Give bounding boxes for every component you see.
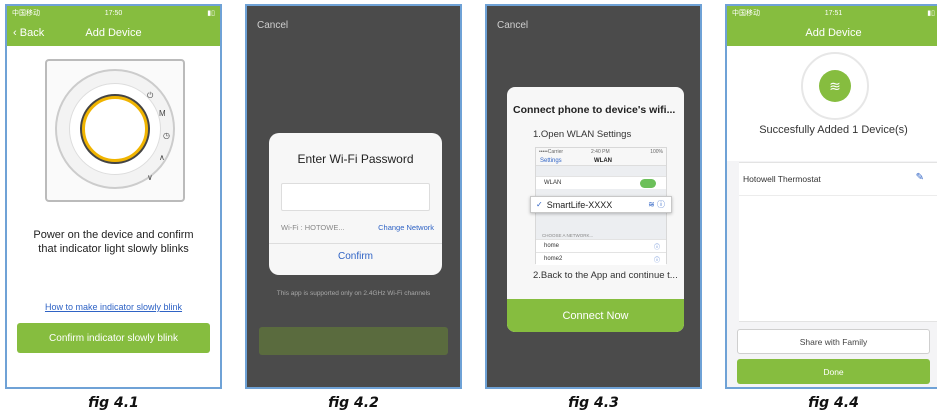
step-2-text: 2.Back to the App and continue t... (533, 270, 678, 281)
wifi-success-badge: ≋ (801, 52, 869, 120)
status-bar: 中国移动 17:50 ▮▯ (7, 6, 220, 20)
clock: 17:51 (824, 9, 843, 17)
edit-icon[interactable]: ✎ (916, 172, 924, 183)
figure-caption: fig 4.2 (328, 395, 379, 411)
mode-icon: M (159, 109, 166, 118)
chevron-left-icon: ‹ (13, 27, 20, 39)
dimmed-background-button (259, 327, 448, 355)
carrier-label: 中国移动 (732, 10, 760, 17)
status-bar: 中国移动 17:51 ▮▯ (727, 6, 937, 20)
selected-network-callout: ✓ SmartLife-XXXX ≋ ⓘ (530, 196, 672, 213)
wifi-network-label: Wi-Fi : HOTOWE... (281, 223, 345, 232)
back-button[interactable]: ‹ Back (13, 20, 44, 46)
figure-caption: fig 4.3 (568, 395, 619, 411)
cancel-button[interactable]: Cancel (257, 20, 288, 31)
step-1-text: 1.Open WLAN Settings (533, 129, 632, 140)
wifi-info-icon: ⓘ (653, 244, 660, 251)
page-title: Add Device (805, 27, 862, 39)
wifi-info-icon: ≋ ⓘ (648, 200, 665, 209)
share-with-family-button[interactable]: Share with Family (737, 329, 930, 354)
screenshot-carrier: •••••Carrier (539, 149, 564, 155)
wifi-icon: ≋ (819, 70, 851, 102)
battery-icon: ▮▯ (927, 10, 936, 17)
toggle-switch (640, 179, 656, 188)
screenshot-nav: •••••Carrier 2:40 PM 100% Settings WLAN (536, 148, 666, 166)
clock: 17:50 (104, 9, 123, 17)
list-item[interactable]: Hotowell Thermostat ✎ (739, 163, 937, 196)
screenshot-back-settings: Settings (540, 158, 562, 164)
wifi-info-row: Wi-Fi : HOTOWE... Change Network (281, 223, 434, 232)
password-input[interactable] (281, 183, 430, 211)
wifi-band-note: This app is supported only on 2.4GHz Wi-… (276, 290, 431, 297)
phone-screen-added-device: 中国移动 17:51 ▮▯ Add Device ≋ Succesfully A… (725, 4, 937, 389)
wifi-info-icon: ⓘ (653, 257, 660, 264)
down-arrow-icon: ∨ (147, 173, 153, 182)
screenshot-time: 2:40 PM (591, 149, 610, 155)
connect-now-button[interactable]: Connect Now (507, 299, 684, 332)
confirm-button[interactable]: Confirm (269, 251, 442, 262)
cancel-button[interactable]: Cancel (497, 20, 528, 31)
network-row: home ⓘ (536, 239, 666, 252)
back-label: Back (19, 27, 45, 39)
nav-bar: Add Device (727, 20, 937, 46)
divider (269, 243, 442, 244)
phone-screen-wifi-password: Cancel Enter Wi-Fi Password Wi-Fi : HOTO… (245, 4, 462, 389)
phone-screen-connect-wifi: Cancel Connect phone to device's wifi...… (485, 4, 702, 389)
device-name: Hotowell Thermostat (743, 174, 821, 184)
carrier-label: 中国移动 (12, 10, 40, 17)
selected-network-name: SmartLife-XXXX (546, 199, 613, 210)
confirm-blink-button[interactable]: Confirm indicator slowly blink (17, 323, 210, 353)
clock-icon: ◷ (163, 131, 170, 140)
nav-bar: ‹ Back Add Device (7, 20, 220, 46)
help-link[interactable]: How to make indicator slowly blink (7, 302, 220, 312)
figure-caption: fig 4.1 (88, 395, 139, 411)
screenshot-title: WLAN (594, 158, 612, 164)
figure-caption: fig 4.4 (808, 395, 859, 411)
change-network-link[interactable]: Change Network (378, 223, 434, 232)
up-arrow-icon: ∧ (159, 153, 165, 162)
battery-icon: ▮▯ (207, 10, 216, 17)
success-message: Succesfully Added 1 Device(s) (759, 124, 908, 136)
wlan-settings-screenshot: •••••Carrier 2:40 PM 100% Settings WLAN … (530, 147, 672, 265)
wlan-toggle-row: WLAN (536, 176, 666, 189)
dialog-title: Enter Wi-Fi Password (297, 152, 414, 166)
done-button[interactable]: Done (737, 359, 930, 384)
phone-screen-add-device: 中国移动 17:50 ▮▯ ‹ Back Add Device ⏻ M ◷ ∧ … (5, 4, 222, 389)
wifi-password-dialog: Enter Wi-Fi Password Wi-Fi : HOTOWE... C… (269, 133, 442, 275)
checkmark-icon: ✓ (536, 200, 543, 209)
thermostat-illustration: ⏻ M ◷ ∧ ∨ (45, 59, 185, 202)
instruction-text: Power on the device and confirm that ind… (33, 229, 194, 255)
power-icon: ⏻ (147, 91, 154, 100)
page-title: Add Device (85, 27, 142, 39)
network-row: home2 ⓘ (536, 252, 666, 265)
network-section-header: CHOOSE A NETWORK... (542, 233, 594, 238)
screenshot-battery: 100% (650, 149, 663, 155)
thermostat-dial (82, 96, 148, 162)
connect-wifi-dialog: Connect phone to device's wifi... 1.Open… (507, 87, 684, 332)
dialog-title: Connect phone to device's wifi... (513, 104, 676, 116)
thermostat-bezel (55, 69, 175, 189)
device-list: Hotowell Thermostat ✎ (739, 162, 937, 322)
